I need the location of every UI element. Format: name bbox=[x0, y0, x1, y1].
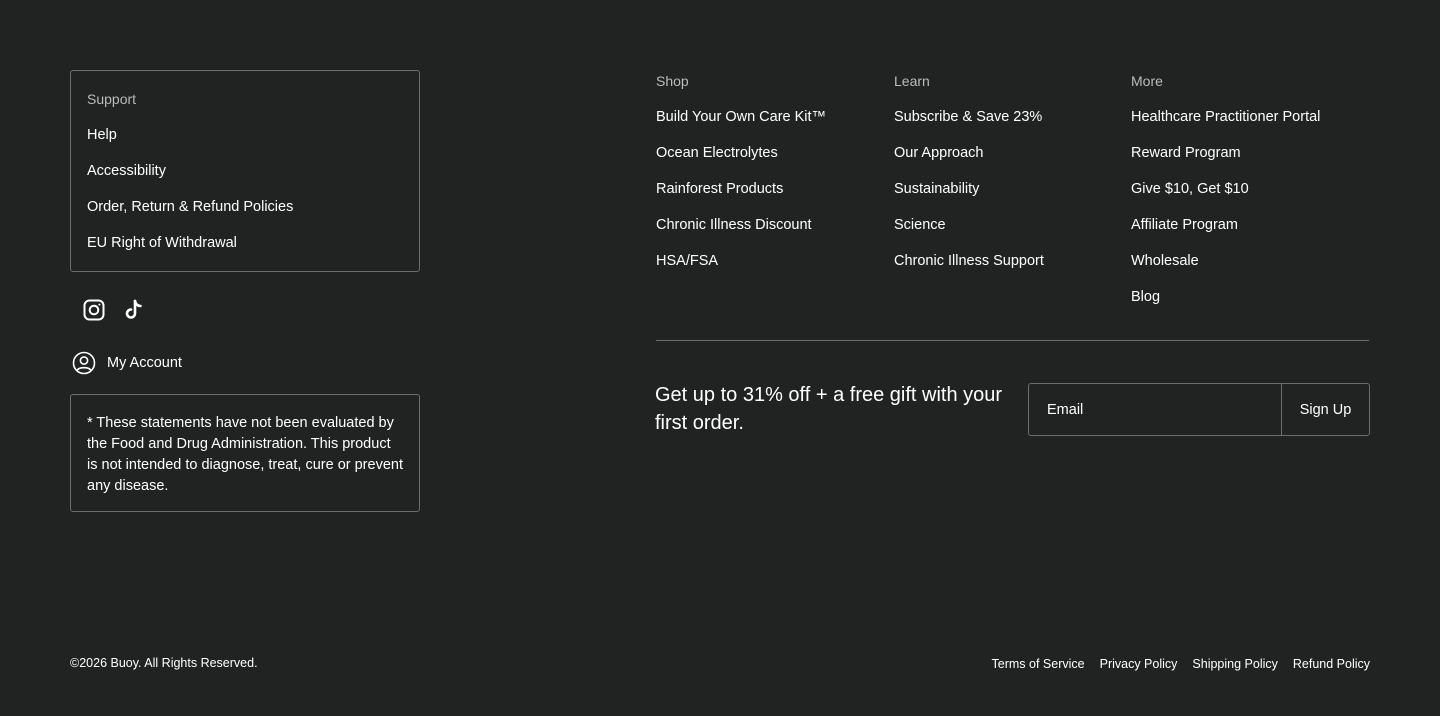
tiktok-icon[interactable] bbox=[122, 298, 146, 322]
user-circle-icon bbox=[72, 351, 96, 375]
support-box: Support Help Accessibility Order, Return… bbox=[70, 70, 420, 272]
privacy-policy-link[interactable]: Privacy Policy bbox=[1100, 657, 1178, 671]
support-links: Help Accessibility Order, Return & Refun… bbox=[87, 126, 403, 252]
more-link-blog[interactable]: Blog bbox=[1131, 289, 1160, 305]
sign-up-button[interactable]: Sign Up bbox=[1281, 384, 1369, 435]
learn-link-sustainability[interactable]: Sustainability bbox=[894, 181, 979, 197]
support-link-policies[interactable]: Order, Return & Refund Policies bbox=[87, 199, 293, 215]
more-link-practitioner-portal[interactable]: Healthcare Practitioner Portal bbox=[1131, 109, 1320, 125]
more-column: More Healthcare Practitioner Portal Rewa… bbox=[1131, 72, 1320, 324]
shipping-policy-link[interactable]: Shipping Policy bbox=[1192, 657, 1277, 671]
support-heading: Support bbox=[87, 91, 137, 107]
social-links bbox=[82, 298, 146, 322]
support-link-help[interactable]: Help bbox=[87, 127, 117, 143]
more-link-wholesale[interactable]: Wholesale bbox=[1131, 253, 1199, 269]
more-link-affiliate-program[interactable]: Affiliate Program bbox=[1131, 217, 1238, 233]
learn-heading: Learn bbox=[894, 73, 930, 89]
learn-link-subscribe-save[interactable]: Subscribe & Save 23% bbox=[894, 109, 1042, 125]
shop-heading: Shop bbox=[656, 73, 689, 89]
shop-link-care-kit[interactable]: Build Your Own Care Kit™ bbox=[656, 109, 826, 125]
learn-link-science[interactable]: Science bbox=[894, 217, 946, 233]
fda-disclaimer: * These statements have not been evaluat… bbox=[70, 394, 420, 512]
shop-link-ocean-electrolytes[interactable]: Ocean Electrolytes bbox=[656, 145, 778, 161]
support-link-accessibility[interactable]: Accessibility bbox=[87, 163, 166, 179]
learn-link-chronic-illness-support[interactable]: Chronic Illness Support bbox=[894, 253, 1044, 269]
copyright-text: ©2026 Buoy. All Rights Reserved. bbox=[70, 656, 258, 670]
learn-column: Learn Subscribe & Save 23% Our Approach … bbox=[894, 72, 1044, 288]
terms-of-service-link[interactable]: Terms of Service bbox=[992, 657, 1085, 671]
more-heading: More bbox=[1131, 73, 1163, 89]
shop-link-hsa-fsa[interactable]: HSA/FSA bbox=[656, 253, 718, 269]
shop-link-chronic-illness-discount[interactable]: Chronic Illness Discount bbox=[656, 217, 812, 233]
refund-policy-link[interactable]: Refund Policy bbox=[1293, 657, 1370, 671]
instagram-icon[interactable] bbox=[82, 298, 106, 322]
my-account-label: My Account bbox=[107, 355, 182, 371]
newsletter-signup-form: Sign Up bbox=[1028, 383, 1370, 436]
legal-links: Terms of Service Privacy Policy Shipping… bbox=[992, 657, 1370, 671]
support-link-withdrawal[interactable]: EU Right of Withdrawal bbox=[87, 235, 237, 251]
shop-link-rainforest-products[interactable]: Rainforest Products bbox=[656, 181, 783, 197]
newsletter-promo-text: Get up to 31% off + a free gift with you… bbox=[655, 384, 1003, 434]
shop-column: Shop Build Your Own Care Kit™ Ocean Elec… bbox=[656, 72, 826, 288]
more-link-give-get[interactable]: Give $10, Get $10 bbox=[1131, 181, 1249, 197]
my-account-link[interactable]: My Account bbox=[72, 351, 182, 375]
footer-divider bbox=[656, 340, 1369, 341]
learn-link-our-approach[interactable]: Our Approach bbox=[894, 145, 983, 161]
email-input[interactable] bbox=[1029, 384, 1281, 435]
more-link-reward-program[interactable]: Reward Program bbox=[1131, 145, 1241, 161]
